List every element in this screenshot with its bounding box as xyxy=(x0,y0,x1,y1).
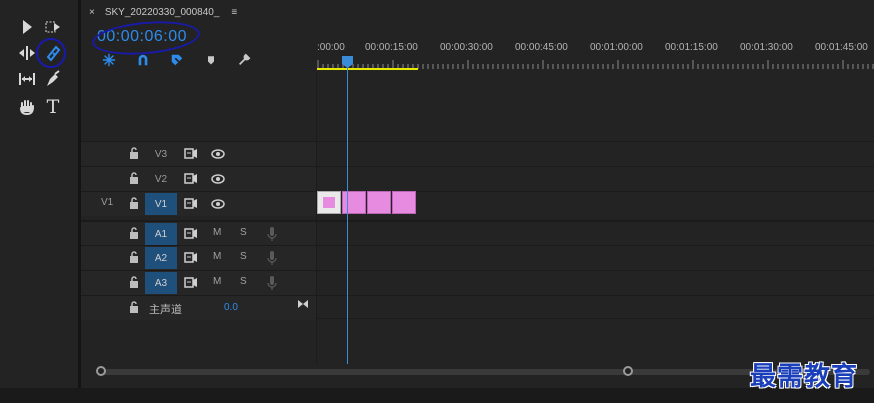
track-header: A2 M S xyxy=(81,246,316,270)
ruler-label: 00:01:30:00 xyxy=(740,42,793,53)
track-row-a1: A1 M S xyxy=(81,220,874,246)
solo-button[interactable]: S xyxy=(240,251,247,262)
sync-lock-icon[interactable] xyxy=(184,148,198,159)
video-clip[interactable] xyxy=(367,191,391,214)
ripple-edit-tool-icon[interactable] xyxy=(16,42,38,64)
video-clip[interactable] xyxy=(342,191,366,214)
mute-button[interactable]: M xyxy=(213,227,221,238)
track-header: 主声道 0.0 xyxy=(81,296,316,320)
time-ruler[interactable]: :00:00 00:00:15:00 00:00:30:00 00:00:45:… xyxy=(317,38,874,72)
ruler-label: 00:01:15:00 xyxy=(665,42,718,53)
master-volume-value[interactable]: 0.0 xyxy=(224,302,238,313)
ruler-label: 00:01:00:00 xyxy=(590,42,643,53)
track-row-v1: V1 V1 xyxy=(81,191,874,216)
snap-in-nest-icon[interactable] xyxy=(101,52,117,68)
mute-button[interactable]: M xyxy=(213,251,221,262)
source-patch-label[interactable]: V1 xyxy=(101,197,113,208)
clip-thumbnail-swatch xyxy=(323,197,335,208)
ruler-label: 00:00:15:00 xyxy=(365,42,418,53)
panel-menu-icon[interactable]: ≡ xyxy=(231,7,237,18)
playhead-handle[interactable] xyxy=(342,56,353,68)
sequence-tab[interactable]: × SKY_20220330_000840_ ≡ xyxy=(89,4,237,20)
close-icon[interactable]: × xyxy=(89,7,95,18)
track-row-a2: A2 M S xyxy=(81,245,874,270)
snap-magnet-icon[interactable] xyxy=(135,52,151,68)
track-header: V2 xyxy=(81,167,316,191)
master-track-label: 主声道 xyxy=(149,303,182,316)
ruler-label: :00:00 xyxy=(317,42,345,53)
microphone-icon[interactable] xyxy=(267,250,277,266)
track-header: V3 xyxy=(81,142,316,166)
lock-icon[interactable] xyxy=(129,276,139,288)
type-tool-icon[interactable]: T xyxy=(42,96,64,118)
track-label[interactable]: A2 xyxy=(145,247,177,269)
track-header: A3 M S xyxy=(81,271,316,295)
bottom-bar xyxy=(0,388,874,403)
solo-button[interactable]: S xyxy=(240,227,247,238)
razor-highlight-ring xyxy=(36,38,66,68)
sequence-tab-title: SKY_20220330_000840_ xyxy=(104,6,220,18)
track-label[interactable]: A3 xyxy=(145,272,177,294)
lock-icon[interactable] xyxy=(129,147,139,159)
solo-button[interactable]: S xyxy=(240,276,247,287)
slip-tool-icon[interactable] xyxy=(16,68,38,90)
lock-icon[interactable] xyxy=(129,227,139,239)
track-select-tool-icon[interactable] xyxy=(42,16,64,38)
timeline-panel: × SKY_20220330_000840_ ≡ 00:00:06:00 :00… xyxy=(81,0,874,388)
track-label[interactable]: V2 xyxy=(145,168,177,190)
lock-icon[interactable] xyxy=(129,251,139,263)
ruler-label: 00:00:45:00 xyxy=(515,42,568,53)
eye-icon[interactable] xyxy=(211,199,225,209)
track-label[interactable]: V3 xyxy=(145,143,177,165)
watermark-logo: 最需教育 xyxy=(750,362,859,392)
sync-lock-icon[interactable] xyxy=(184,198,198,209)
lock-icon[interactable] xyxy=(129,301,139,313)
playhead-line[interactable] xyxy=(347,58,348,364)
work-area-bar[interactable] xyxy=(317,68,418,70)
track-row-a3: A3 M S xyxy=(81,270,874,295)
microphone-icon[interactable] xyxy=(267,226,277,242)
sync-lock-icon[interactable] xyxy=(184,228,198,239)
track-label[interactable]: V1 xyxy=(145,193,177,215)
scroll-left-handle[interactable] xyxy=(96,366,106,376)
video-clip[interactable] xyxy=(392,191,416,214)
linked-selection-icon[interactable] xyxy=(169,52,185,68)
tools-panel: T xyxy=(0,0,78,388)
hand-tool-icon[interactable] xyxy=(16,96,38,118)
track-row-v3: V3 xyxy=(81,141,874,166)
track-header: V1 V1 xyxy=(81,192,316,216)
microphone-icon[interactable] xyxy=(267,275,277,291)
pen-tool-icon[interactable] xyxy=(42,68,64,90)
selection-tool-icon[interactable] xyxy=(16,16,38,38)
ruler-label: 00:00:30:00 xyxy=(440,42,493,53)
track-row-master: 主声道 0.0 xyxy=(81,295,874,320)
sync-lock-icon[interactable] xyxy=(184,252,198,263)
track-label[interactable]: A1 xyxy=(145,223,177,245)
premiere-window: T × SKY_20220330_000840_ ≡ 00:00:06:00 :… xyxy=(0,0,874,403)
track-header: A1 M S xyxy=(81,222,316,246)
lock-icon[interactable] xyxy=(129,172,139,184)
clip-thumbnail[interactable] xyxy=(317,191,341,214)
mute-button[interactable]: M xyxy=(213,276,221,287)
wrench-settings-icon[interactable] xyxy=(236,52,252,68)
lock-icon[interactable] xyxy=(129,197,139,209)
go-to-ends-icon[interactable] xyxy=(297,299,309,309)
scroll-right-handle[interactable] xyxy=(623,366,633,376)
track-header-separator xyxy=(316,72,317,365)
track-row-v2: V2 xyxy=(81,166,874,191)
eye-icon[interactable] xyxy=(211,174,225,184)
ruler-label: 00:01:45:00 xyxy=(815,42,868,53)
sync-lock-icon[interactable] xyxy=(184,173,198,184)
add-marker-icon[interactable] xyxy=(203,52,219,68)
sync-lock-icon[interactable] xyxy=(184,277,198,288)
eye-icon[interactable] xyxy=(211,149,225,159)
